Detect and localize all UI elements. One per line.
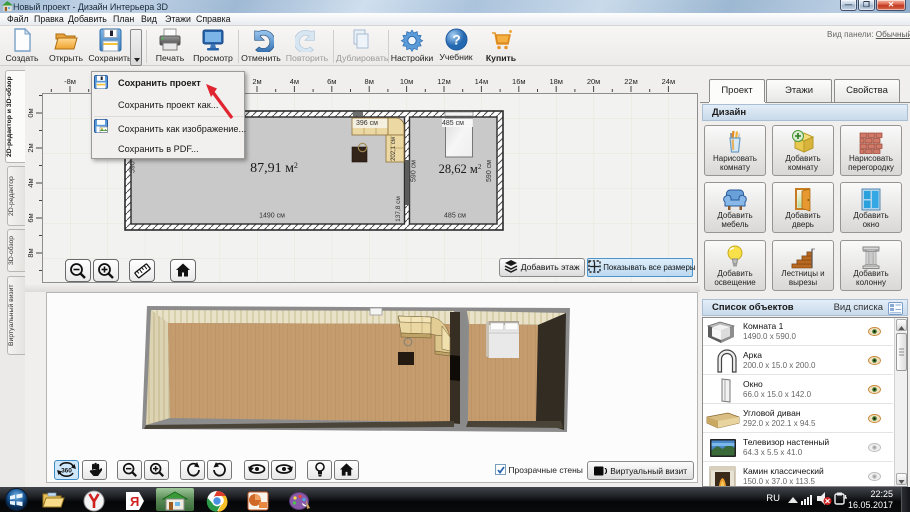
svg-text:24м: 24м: [662, 77, 676, 86]
svg-text:4м: 4м: [290, 77, 299, 86]
svg-text:?: ?: [452, 32, 461, 48]
svg-text:14м: 14м: [475, 77, 489, 86]
svg-text:16м: 16м: [512, 77, 526, 86]
svg-text:137,8 см: 137,8 см: [395, 196, 402, 222]
svg-text:6м: 6м: [26, 213, 35, 222]
svg-text:8м: 8м: [365, 77, 374, 86]
svg-text:18м: 18м: [549, 77, 563, 86]
svg-text:Я: Я: [130, 494, 139, 509]
svg-text:22м: 22м: [624, 77, 638, 86]
svg-text:28,62 м2: 28,62 м2: [439, 162, 482, 176]
svg-text:590 см: 590 см: [411, 160, 418, 182]
svg-text:0м: 0м: [26, 108, 35, 117]
svg-text:485 см: 485 см: [444, 213, 466, 220]
svg-text:10м: 10м: [400, 77, 414, 86]
svg-text:396 см: 396 см: [356, 120, 378, 127]
svg-text:20м: 20м: [587, 77, 601, 86]
svg-text:87,91 м2: 87,91 м2: [250, 161, 298, 176]
svg-text:485 см: 485 см: [442, 120, 464, 127]
svg-text:1490 см: 1490 см: [259, 213, 285, 220]
svg-text:202,1 см: 202,1 см: [391, 137, 397, 161]
svg-text:8м: 8м: [26, 248, 35, 257]
svg-text:2м: 2м: [26, 143, 35, 152]
svg-text:12м: 12м: [437, 77, 451, 86]
svg-text:590 см: 590 см: [486, 160, 493, 182]
svg-text:2м: 2м: [252, 77, 261, 86]
svg-text:6м: 6м: [327, 77, 336, 86]
svg-text:4м: 4м: [26, 178, 35, 187]
svg-text:-8м: -8м: [64, 77, 76, 86]
svg-text:360: 360: [61, 468, 72, 475]
